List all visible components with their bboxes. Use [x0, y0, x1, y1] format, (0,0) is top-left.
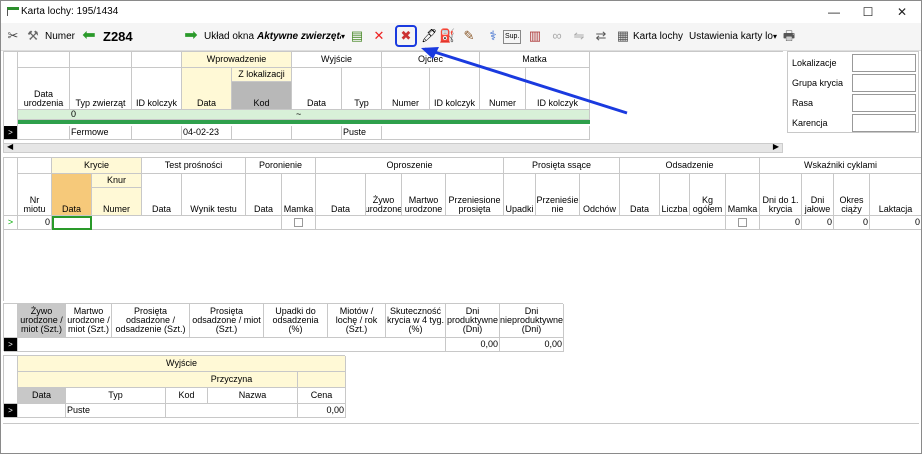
group-przyczyna: Przyczyna: [166, 372, 298, 388]
exit-row-selector[interactable]: >: [4, 404, 18, 418]
group-knur: Knur: [92, 174, 142, 188]
col-odsadzenie-data[interactable]: Data: [620, 174, 660, 216]
odsadzenie-mamka-checkbox[interactable]: [726, 216, 760, 230]
stat-odsadzone-miot[interactable]: Prosięta odsadzone / miot (Szt.): [190, 304, 264, 338]
col-okres-ciazy[interactable]: Okres ciąży: [834, 174, 870, 216]
cell-exit-typ[interactable]: Puste: [66, 404, 166, 418]
stat-value-nieproduktywne: 0,00: [500, 338, 564, 352]
col-exit-typ[interactable]: Typ: [66, 388, 166, 404]
group-odsadzenie: Odsadzenie: [620, 158, 760, 174]
col-nr-miotu[interactable]: Nr miotu: [18, 174, 52, 216]
new-row-selector[interactable]: >: [4, 216, 18, 230]
cell-dni-do-krycia[interactable]: 0: [760, 216, 802, 230]
col-test-data[interactable]: Data: [142, 174, 182, 216]
col-poronienie-mamka[interactable]: Mamka: [282, 174, 316, 216]
stat-upadki[interactable]: Upadki do odsadzenia (%): [264, 304, 328, 338]
stat-martwo[interactable]: Martwo urodzone / miot (Szt.): [66, 304, 112, 338]
stat-odsadzone-odsadzenie[interactable]: Prosięta odsadzone / odsadzenie (Szt.): [112, 304, 190, 338]
stat-skutecznosc[interactable]: Skuteczność krycia w 4 tyg. (%): [386, 304, 446, 338]
litter-grid: Krycie Knur Test prośności Poronienie Op…: [3, 157, 921, 301]
mamka-checkbox[interactable]: [282, 216, 316, 230]
stat-value-produktywne: 0,00: [446, 338, 500, 352]
group-wyjscie-bottom: Wyjście: [18, 356, 346, 372]
col-dni-jalowe[interactable]: Dni jałowe: [802, 174, 834, 216]
group-wskazniki: Wskaźniki cyklami: [760, 158, 921, 174]
cell-dni-jalowe[interactable]: 0: [802, 216, 834, 230]
group-prosieta: Prosięta ssące: [504, 158, 620, 174]
checkbox-icon[interactable]: [738, 218, 747, 227]
col-knur-numer[interactable]: Numer: [92, 188, 142, 216]
stat-zywo[interactable]: Żywo urodzone / miot (Szt.): [18, 304, 66, 338]
col-laktacja[interactable]: Laktacja: [870, 174, 921, 216]
cell-laktacja[interactable]: 0: [870, 216, 921, 230]
cell-exit-cena[interactable]: 0,00: [298, 404, 346, 418]
group-poronienie: Poronienie: [246, 158, 316, 174]
stat-dni-nieproduktywne[interactable]: Dni nieproduktywne (Dni): [500, 304, 564, 338]
col-odsadzenie-mamka[interactable]: Mamka: [726, 174, 760, 216]
cell-krycie-data[interactable]: [52, 216, 92, 230]
group-oproszenie: Oproszenie: [316, 158, 504, 174]
col-krycie-data[interactable]: Data: [52, 174, 92, 216]
col-dni-do-krycia[interactable]: Dni do 1. krycia: [760, 174, 802, 216]
stats-row-selector[interactable]: >: [4, 338, 18, 352]
col-liczba[interactable]: Liczba: [660, 174, 690, 216]
group-krycie: Krycie: [52, 158, 142, 174]
col-exit-data[interactable]: Data: [18, 388, 66, 404]
col-oproszenie-data[interactable]: Data: [316, 174, 366, 216]
col-poronienie-data[interactable]: Data: [246, 174, 282, 216]
col-exit-cena[interactable]: Cena: [298, 388, 346, 404]
main-window: Karta lochy: 195/1434 — ☐ ✕ ✂ ⚒ Numer ⬅ …: [0, 0, 922, 454]
col-odchow[interactable]: Odchów: [580, 174, 620, 216]
col-upadki[interactable]: Upadki: [504, 174, 536, 216]
col-exit-nazwa[interactable]: Nazwa: [208, 388, 298, 404]
cell-okres-ciazy[interactable]: 0: [834, 216, 870, 230]
col-kg-ogolem[interactable]: Kg ogółem: [690, 174, 726, 216]
col-wynik-testu[interactable]: Wynik testu: [182, 174, 246, 216]
group-test: Test prośności: [142, 158, 246, 174]
stats-grid: Żywo urodzone / miot (Szt.) Martwo urodz…: [3, 303, 564, 352]
cell-nr-miotu[interactable]: 0: [18, 216, 52, 230]
col-zywo-urodzone[interactable]: Żywo urodzone: [366, 174, 402, 216]
stat-miotow[interactable]: Miotów / lochę / rok (Szt.): [328, 304, 386, 338]
col-martwo-urodzone[interactable]: Martwo urodzone: [402, 174, 446, 216]
col-przeniesienie[interactable]: Przenieśie nie: [536, 174, 580, 216]
notes-area[interactable]: [3, 423, 919, 453]
stat-dni-produktywne[interactable]: Dni produktywne (Dni): [446, 304, 500, 338]
checkbox-icon[interactable]: [294, 218, 303, 227]
col-exit-kod[interactable]: Kod: [166, 388, 208, 404]
col-przeniesione-prosieta[interactable]: Przeniesione prosięta: [446, 174, 504, 216]
exit-grid: Wyjście Przyczyna Data Typ Kod Nazwa Cen…: [3, 355, 346, 418]
